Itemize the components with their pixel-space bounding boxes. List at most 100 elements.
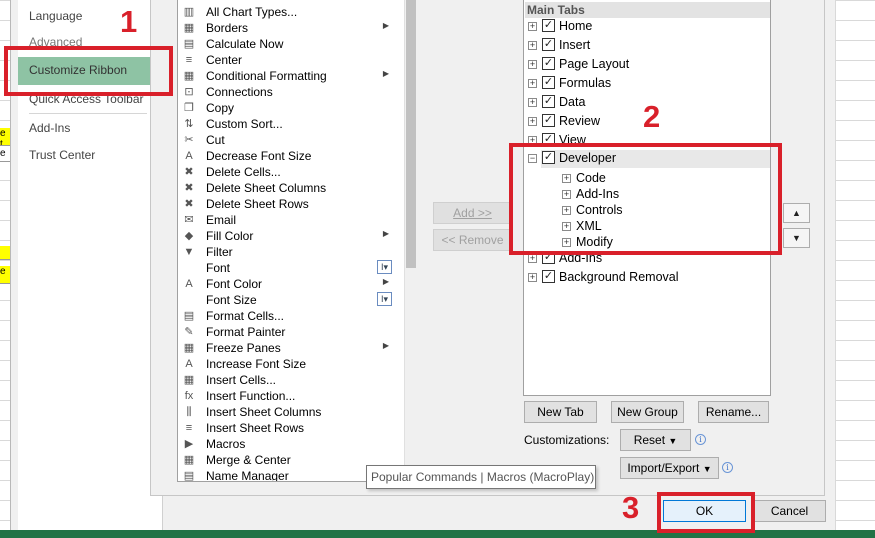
info-icon[interactable]: i: [722, 462, 733, 473]
command-item[interactable]: ▥ All Chart Types...: [178, 4, 396, 20]
command-item[interactable]: ⫼ Insert Sheet Columns: [178, 404, 396, 420]
command-item[interactable]: ✎ Format Painter: [178, 324, 396, 340]
command-item[interactable]: Font I▾: [178, 260, 396, 276]
commands-list[interactable]: ▥ All Chart Types... ▦ Borders ▶ ▤ Calculate N…: [177, 0, 410, 482]
add-button[interactable]: Add >>: [433, 202, 512, 224]
remove-button[interactable]: << Remove: [433, 229, 512, 251]
checkbox-checked-icon[interactable]: ✓: [542, 76, 555, 89]
command-item[interactable]: ✖ Delete Sheet Rows: [178, 196, 396, 212]
font-size-icon: [181, 293, 197, 307]
command-item[interactable]: fx Insert Function...: [178, 388, 396, 404]
expand-icon[interactable]: +: [528, 98, 537, 107]
command-item[interactable]: Font Size I▾: [178, 292, 396, 308]
delete-cells-icon: ✖: [184, 166, 194, 178]
nav-item-trust-center[interactable]: Trust Center: [29, 148, 95, 162]
command-item[interactable]: ✖ Delete Sheet Columns: [178, 180, 396, 196]
command-item[interactable]: ⊡ Connections: [178, 84, 396, 100]
remove-button-label: << Remove: [441, 233, 504, 247]
command-item[interactable]: ▶ Macros: [178, 436, 396, 452]
command-label: Insert Cells...: [206, 373, 277, 387]
expand-icon[interactable]: +: [528, 41, 537, 50]
tree-tab-item[interactable]: + ✓ Insert: [524, 37, 770, 55]
tree-tab-item[interactable]: + ✓ Background Removal: [524, 269, 770, 287]
command-label: Delete Sheet Columns: [206, 181, 327, 195]
command-item[interactable]: ✂ Cut: [178, 132, 396, 148]
command-item[interactable]: ◆ Fill Color ▶: [178, 228, 396, 244]
command-label: Insert Sheet Columns: [206, 405, 322, 419]
command-label: Increase Font Size: [206, 357, 307, 371]
submenu-arrow-icon: ▶: [382, 21, 389, 30]
new-group-button[interactable]: New Group: [611, 401, 684, 423]
annotation-box-customize-ribbon: [4, 46, 173, 96]
command-label: Connections: [206, 85, 273, 99]
expand-icon[interactable]: +: [528, 22, 537, 31]
annotation-step-2: 2: [643, 99, 661, 134]
tree-tab-item[interactable]: + ✓ Page Layout: [524, 56, 770, 74]
command-item[interactable]: ≡ Center: [178, 52, 396, 68]
info-icon[interactable]: i: [695, 434, 706, 445]
checkbox-checked-icon[interactable]: ✓: [542, 270, 555, 283]
new-tab-label: New Tab: [537, 405, 584, 419]
reset-button[interactable]: Reset ▼: [620, 429, 691, 451]
macros-icon: ▶: [184, 438, 194, 450]
command-label: Email: [206, 213, 237, 227]
move-down-button[interactable]: ▼: [783, 228, 810, 248]
submenu-arrow-icon: ▶: [382, 341, 389, 350]
expand-icon[interactable]: +: [528, 117, 537, 126]
nav-divider: [29, 113, 147, 114]
expand-icon[interactable]: +: [528, 79, 537, 88]
combo-box-icon: I▾: [377, 292, 392, 306]
submenu-arrow-icon: ▶: [382, 229, 389, 238]
new-tab-button[interactable]: New Tab: [524, 401, 597, 423]
function-icon: fx: [184, 390, 194, 402]
tree-header: Main Tabs: [525, 2, 770, 18]
command-label: Delete Sheet Rows: [206, 197, 309, 211]
command-label: Conditional Formatting: [206, 69, 327, 83]
command-item[interactable]: ✖ Delete Cells...: [178, 164, 396, 180]
cancel-label: Cancel: [770, 504, 809, 518]
cancel-button[interactable]: Cancel: [753, 500, 826, 522]
checkbox-checked-icon[interactable]: ✓: [542, 95, 555, 108]
fill-color-icon: ◆: [184, 230, 194, 242]
move-up-button[interactable]: ▲: [783, 203, 810, 223]
nav-item-add-ins[interactable]: Add-Ins: [29, 121, 70, 135]
dropdown-arrow-icon: ▼: [702, 464, 712, 474]
expand-icon[interactable]: +: [528, 60, 537, 69]
freeze-panes-icon: ▦: [183, 342, 195, 354]
nav-item-language[interactable]: Language: [29, 9, 82, 23]
command-item[interactable]: ▦ Conditional Formatting ▶: [178, 68, 396, 84]
move-down-icon: ▼: [792, 233, 801, 243]
command-item[interactable]: ▤ Name Manager: [178, 468, 396, 481]
command-item[interactable]: A Font Color ▶: [178, 276, 396, 292]
command-item[interactable]: ❐ Copy: [178, 100, 396, 116]
checkbox-checked-icon[interactable]: ✓: [542, 38, 555, 51]
checkbox-checked-icon[interactable]: ✓: [542, 57, 555, 70]
checkbox-checked-icon[interactable]: ✓: [542, 19, 555, 32]
add-button-label: Add >>: [453, 206, 492, 220]
command-item[interactable]: A Decrease Font Size: [178, 148, 396, 164]
tree-tab-item[interactable]: + ✓ Home: [524, 18, 770, 36]
command-item[interactable]: ⇅ Custom Sort...: [178, 116, 396, 132]
tree-tab-item[interactable]: + ✓ Formulas: [524, 75, 770, 93]
calculator-icon: ▤: [183, 38, 195, 50]
checkbox-checked-icon[interactable]: ✓: [542, 114, 555, 127]
import-export-button[interactable]: Import/Export ▼: [620, 457, 719, 479]
command-item[interactable]: ✉ Email: [178, 212, 396, 228]
command-item[interactable]: ▦ Borders ▶: [178, 20, 396, 36]
command-item[interactable]: ≡ Insert Sheet Rows: [178, 420, 396, 436]
font-color-icon: A: [185, 278, 193, 290]
expand-icon[interactable]: +: [528, 273, 537, 282]
command-label: Format Painter: [206, 325, 286, 339]
annotation-step-1: 1: [120, 4, 138, 39]
spreadsheet-right-grid: [835, 0, 875, 538]
command-item[interactable]: ▼ Filter: [178, 244, 396, 260]
expand-icon[interactable]: +: [528, 254, 537, 263]
command-item[interactable]: ▤ Calculate Now: [178, 36, 396, 52]
command-item[interactable]: ▤ Format Cells...: [178, 308, 396, 324]
command-item[interactable]: ▦ Merge & Center: [178, 452, 396, 468]
commands-scrollbar-thumb[interactable]: [406, 0, 416, 268]
rename-button[interactable]: Rename...: [698, 401, 769, 423]
command-item[interactable]: ▦ Insert Cells...: [178, 372, 396, 388]
command-item[interactable]: ▦ Freeze Panes ▶: [178, 340, 396, 356]
command-item[interactable]: A Increase Font Size: [178, 356, 396, 372]
